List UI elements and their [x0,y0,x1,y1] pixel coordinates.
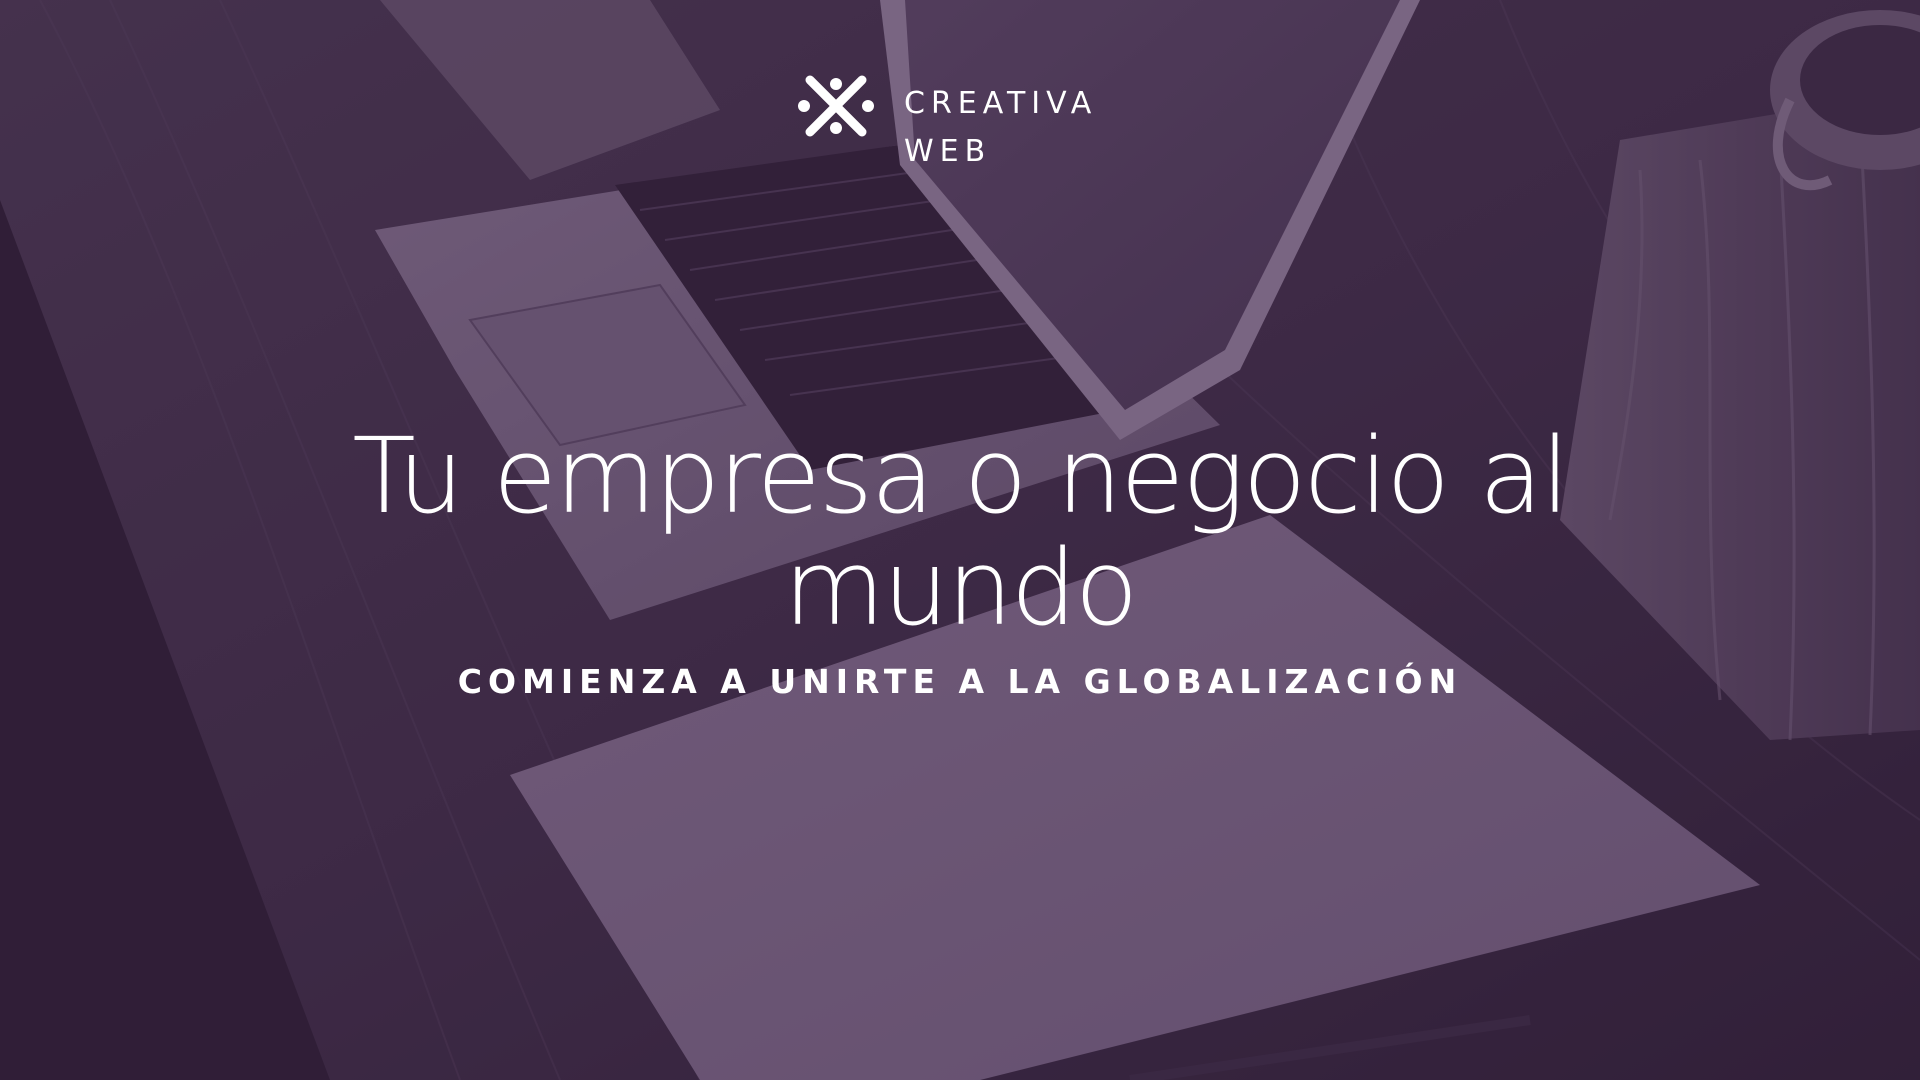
brand-name-line1: CREATIVA [904,86,1098,121]
brand-name-line2: WEB [904,134,992,169]
brand-logo[interactable]: CREATIVA WEB [796,66,1097,176]
hero-subtitle: COMIENZA A UNIRTE A LA GLOBALIZACIÓN [457,662,1463,701]
x-cross-dots-icon [798,75,874,137]
brand-name: CREATIVA WEB [904,80,1097,176]
hero-section: CREATIVA WEB Tu empresa o negocio al mun… [0,0,1920,1080]
hero-title: Tu empresa o negocio al mundo [352,415,1569,649]
